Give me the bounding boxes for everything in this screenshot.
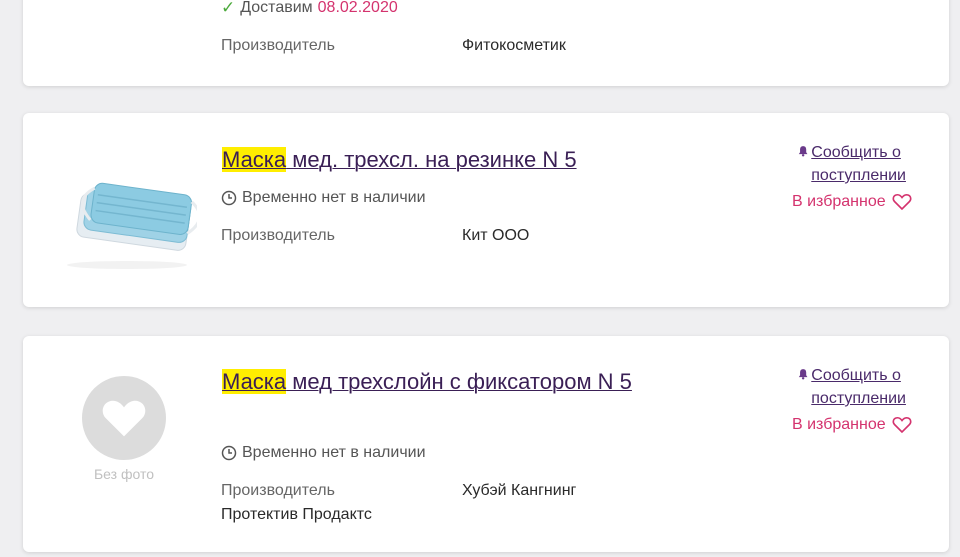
manufacturer-label: Производитель: [221, 482, 335, 499]
delivery-date: 08.02.2020: [317, 0, 398, 16]
status-text: Временно нет в наличии: [242, 189, 426, 206]
title-highlight: Маска: [222, 369, 287, 394]
manufacturer-value: Хубэй Кангнинг: [462, 482, 577, 499]
manufacturer-value: Кит ООО: [462, 227, 530, 244]
manufacturer-value-line2: Протектив Продактс: [221, 506, 372, 523]
notify-button[interactable]: Сообщить о поступлении: [797, 141, 927, 187]
title-highlight: Маска: [222, 147, 287, 172]
product-title-link[interactable]: Маска мед. трехсл. на резинке N 5: [222, 144, 662, 175]
favorite-button[interactable]: В избранное: [792, 416, 912, 434]
no-photo-placeholder: Без фото: [81, 376, 167, 482]
bell-icon: [798, 146, 808, 157]
delivery-status: ✓ Доставим 08.02.2020: [221, 0, 398, 18]
manufacturer-value: Фитокосметик: [462, 37, 566, 54]
no-photo-label: Без фото: [93, 466, 154, 482]
favorite-label[interactable]: В избранное: [792, 193, 886, 211]
notify-label[interactable]: Сообщить о поступлении: [811, 141, 927, 187]
manufacturer-label: Производитель: [221, 227, 335, 244]
clock-icon: [221, 190, 237, 206]
heart-outline-icon[interactable]: [892, 416, 912, 434]
availability-status: Временно нет в наличии: [221, 444, 426, 462]
status-text: Временно нет в наличии: [242, 444, 426, 461]
product-card: ✓ Доставим 08.02.2020 Производитель Фито…: [23, 0, 949, 86]
delivery-prefix: Доставим: [240, 0, 313, 16]
manufacturer-label: Производитель: [221, 37, 335, 54]
title-text: мед. трехсл. на резинке N 5: [286, 147, 577, 172]
product-title-link[interactable]: Маска мед трехслойн с фиксатором N 5: [222, 366, 662, 397]
checkmark-icon: ✓: [221, 0, 236, 17]
heart-outline-icon[interactable]: [892, 193, 912, 211]
notify-label[interactable]: Сообщить о поступлении: [811, 364, 927, 410]
favorite-label[interactable]: В избранное: [792, 416, 886, 434]
product-card: Без фото Маска мед трехслойн с фиксаторо…: [23, 336, 949, 552]
bell-icon: [798, 369, 808, 380]
product-image[interactable]: [57, 137, 202, 277]
product-card: Маска мед. трехсл. на резинке N 5 Времен…: [23, 113, 949, 307]
availability-status: Временно нет в наличии: [221, 189, 426, 207]
favorite-button[interactable]: В избранное: [792, 193, 912, 211]
notify-button[interactable]: Сообщить о поступлении: [797, 364, 927, 410]
heart-icon: [82, 376, 166, 460]
clock-icon: [221, 445, 237, 461]
title-text: мед трехслойн с фиксатором N 5: [286, 369, 632, 394]
